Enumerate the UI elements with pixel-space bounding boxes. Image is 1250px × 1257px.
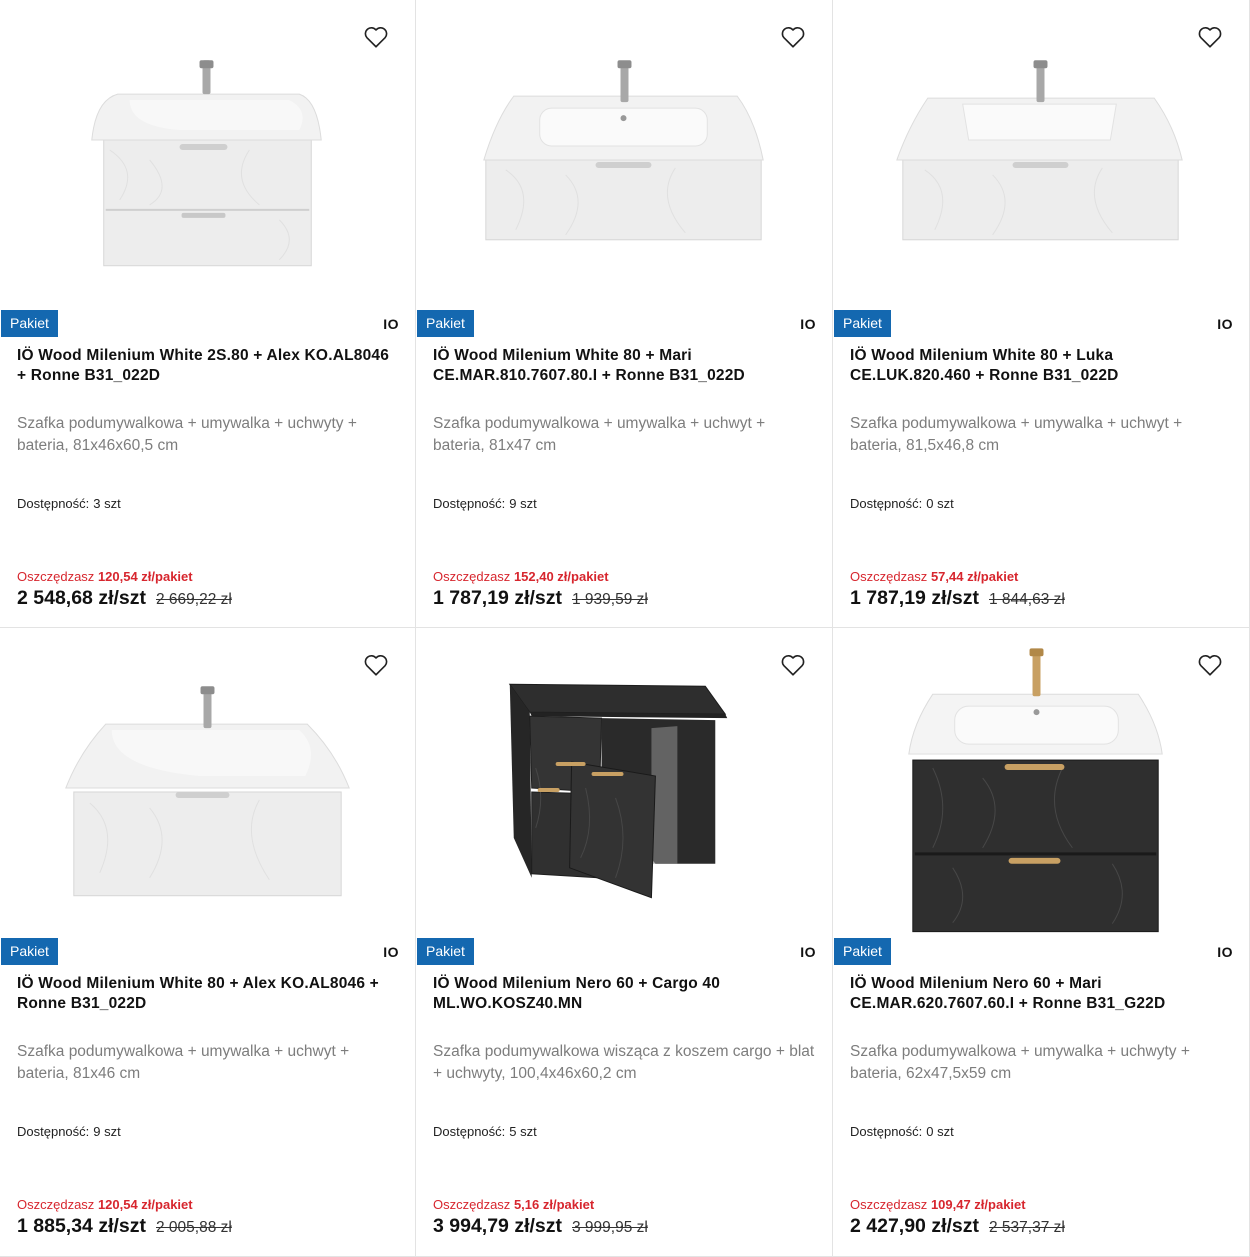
price: 2 427,90 zł/szt — [850, 1215, 979, 1237]
old-price: 1 939,59 zł — [572, 591, 648, 608]
availability: Dostępność: 0 szt — [850, 1124, 954, 1139]
price: 2 548,68 zł/szt — [17, 587, 146, 609]
availability-label: Dostępność: — [17, 496, 90, 511]
brand-logo: IO — [1217, 316, 1233, 332]
availability-qty: 0 szt — [926, 496, 954, 511]
package-badge: Pakiet — [1, 938, 58, 965]
savings-value: 120,54 zł/pakiet — [97, 1197, 193, 1212]
availability-qty: 3 szt — [93, 496, 121, 511]
price: 1 885,34 zł/szt — [17, 1215, 146, 1237]
savings-value: 120,54 zł/pakiet — [97, 569, 193, 584]
heart-icon[interactable] — [1197, 24, 1223, 50]
savings: Oszczędzasz 120,54 zł/pakiet — [17, 569, 193, 584]
product-description: Szafka podumywalkowa + umywalka + uchwyt… — [433, 415, 766, 454]
availability: Dostępność: 0 szt — [850, 496, 954, 511]
product-image[interactable] — [0, 628, 415, 933]
savings-value: 5,16 zł/pakiet — [513, 1197, 595, 1212]
heart-icon[interactable] — [780, 24, 806, 50]
product-card[interactable]: Pakiet IO IÖ Wood Milenium Nero 60 + Car… — [416, 628, 833, 1257]
savings-label: Oszczędzasz — [850, 1197, 928, 1212]
price-row: 2 427,90 zł/szt 2 537,37 zł — [850, 1215, 1065, 1238]
availability-qty: 0 szt — [926, 1124, 954, 1139]
savings-label: Oszczędzasz — [17, 569, 95, 584]
product-image[interactable] — [416, 628, 832, 933]
product-card[interactable]: Pakiet IO IÖ Wood Milenium White 80 + Ma… — [416, 0, 833, 628]
availability-label: Dostępność: — [433, 496, 506, 511]
availability-qty: 9 szt — [93, 1124, 121, 1139]
package-badge: Pakiet — [834, 938, 891, 965]
brand-logo: IO — [383, 944, 399, 960]
price: 1 787,19 zł/szt — [433, 587, 562, 609]
price-row: 3 994,79 zł/szt 3 999,95 zł — [433, 1215, 648, 1238]
heart-icon[interactable] — [363, 652, 389, 678]
package-badge: Pakiet — [417, 310, 474, 337]
availability-qty: 9 szt — [509, 496, 537, 511]
availability-label: Dostępność: — [433, 1124, 506, 1139]
heart-icon[interactable] — [363, 24, 389, 50]
availability-label: Dostępność: — [17, 1124, 90, 1139]
availability: Dostępność: 5 szt — [433, 1124, 537, 1139]
product-image[interactable] — [0, 0, 415, 305]
brand-logo: IO — [800, 944, 816, 960]
old-price: 2 537,37 zł — [989, 1219, 1065, 1236]
price-row: 1 787,19 zł/szt 1 844,63 zł — [850, 587, 1065, 610]
savings: Oszczędzasz 5,16 zł/pakiet — [433, 1197, 594, 1212]
availability-label: Dostępność: — [850, 496, 923, 511]
product-card[interactable]: Pakiet IO IÖ Wood Milenium White 80 + Lu… — [833, 0, 1250, 628]
old-price: 2 005,88 zł — [156, 1219, 232, 1236]
availability-qty: 5 szt — [509, 1124, 537, 1139]
heart-icon[interactable] — [780, 652, 806, 678]
product-description: Szafka podumywalkowa + umywalka + uchwyt… — [850, 415, 1183, 454]
product-title[interactable]: IÖ Wood Milenium White 80 + Luka CE.LUK.… — [850, 346, 1235, 386]
price-row: 2 548,68 zł/szt 2 669,22 zł — [17, 587, 232, 610]
savings-label: Oszczędzasz — [433, 569, 511, 584]
product-image[interactable] — [416, 0, 832, 305]
old-price: 2 669,22 zł — [156, 591, 232, 608]
savings: Oszczędzasz 120,54 zł/pakiet — [17, 1197, 193, 1212]
product-title[interactable]: IÖ Wood Milenium White 80 + Alex KO.AL80… — [17, 974, 401, 1014]
savings-value: 152,40 zł/pakiet — [513, 569, 609, 584]
old-price: 3 999,95 zł — [572, 1219, 648, 1236]
availability: Dostępność: 9 szt — [433, 496, 537, 511]
package-badge: Pakiet — [1, 310, 58, 337]
price-row: 1 885,34 zł/szt 2 005,88 zł — [17, 1215, 232, 1238]
old-price: 1 844,63 zł — [989, 591, 1065, 608]
savings: Oszczędzasz 57,44 zł/pakiet — [850, 569, 1018, 584]
price-row: 1 787,19 zł/szt 1 939,59 zł — [433, 587, 648, 610]
brand-logo: IO — [800, 316, 816, 332]
savings-value: 109,47 zł/pakiet — [930, 1197, 1026, 1212]
product-title[interactable]: IÖ Wood Milenium Nero 60 + Mari CE.MAR.6… — [850, 974, 1235, 1014]
product-title[interactable]: IÖ Wood Milenium White 80 + Mari CE.MAR.… — [433, 346, 818, 386]
price: 1 787,19 zł/szt — [850, 587, 979, 609]
product-card[interactable]: Pakiet IO IÖ Wood Milenium White 2S.80 +… — [0, 0, 416, 628]
product-image[interactable] — [833, 628, 1249, 933]
product-title[interactable]: IÖ Wood Milenium Nero 60 + Cargo 40 ML.W… — [433, 974, 818, 1014]
availability-label: Dostępność: — [850, 1124, 923, 1139]
product-image[interactable] — [833, 0, 1249, 305]
savings-value: 57,44 zł/pakiet — [930, 569, 1019, 584]
package-badge: Pakiet — [417, 938, 474, 965]
package-badge: Pakiet — [834, 310, 891, 337]
product-description: Szafka podumywalkowa + umywalka + uchwyt… — [850, 1043, 1190, 1082]
availability: Dostępność: 9 szt — [17, 1124, 121, 1139]
product-card[interactable]: Pakiet IO IÖ Wood Milenium Nero 60 + Mar… — [833, 628, 1250, 1257]
savings: Oszczędzasz 109,47 zł/pakiet — [850, 1197, 1026, 1212]
heart-icon[interactable] — [1197, 652, 1223, 678]
product-title[interactable]: IÖ Wood Milenium White 2S.80 + Alex KO.A… — [17, 346, 401, 386]
availability: Dostępność: 3 szt — [17, 496, 121, 511]
savings-label: Oszczędzasz — [17, 1197, 95, 1212]
brand-logo: IO — [383, 316, 399, 332]
price: 3 994,79 zł/szt — [433, 1215, 562, 1237]
product-card[interactable]: Pakiet IO IÖ Wood Milenium White 80 + Al… — [0, 628, 416, 1257]
product-description: Szafka podumywalkowa wisząca z koszem ca… — [433, 1043, 815, 1082]
savings-label: Oszczędzasz — [850, 569, 928, 584]
savings: Oszczędzasz 152,40 zł/pakiet — [433, 569, 609, 584]
product-description: Szafka podumywalkowa + umywalka + uchwyt… — [17, 415, 357, 454]
brand-logo: IO — [1217, 944, 1233, 960]
product-grid: Pakiet IO IÖ Wood Milenium White 2S.80 +… — [0, 0, 1250, 1257]
savings-label: Oszczędzasz — [433, 1197, 511, 1212]
product-description: Szafka podumywalkowa + umywalka + uchwyt… — [17, 1043, 350, 1082]
